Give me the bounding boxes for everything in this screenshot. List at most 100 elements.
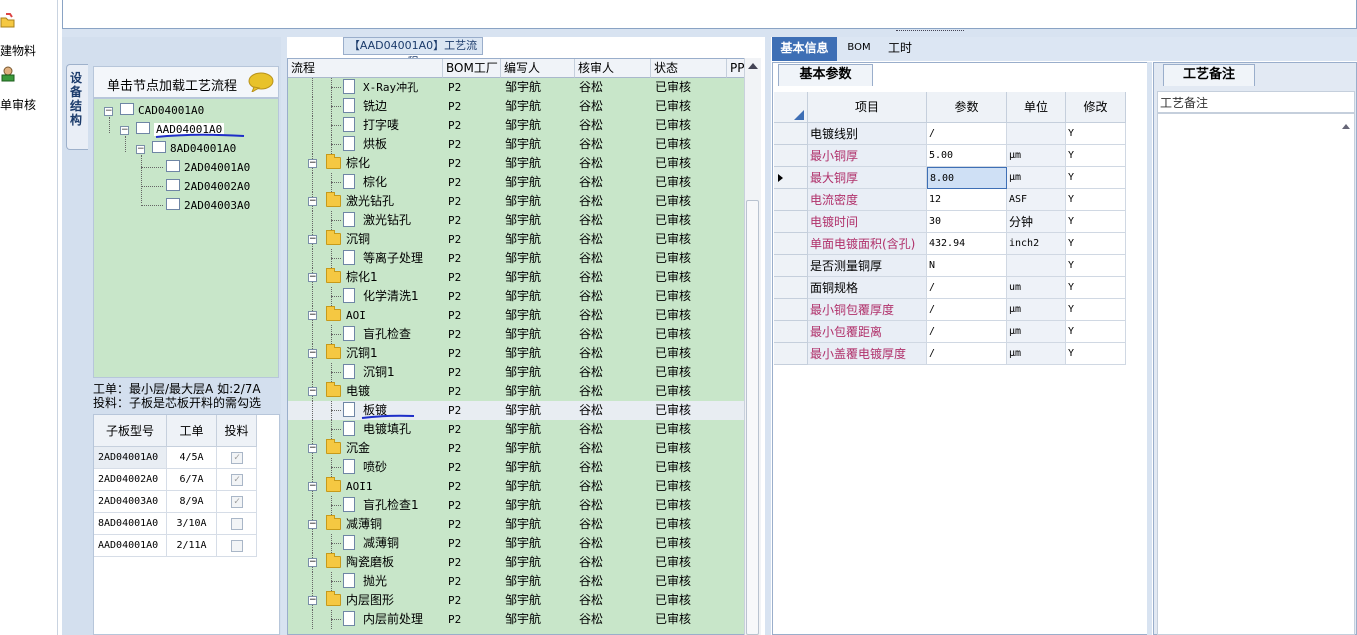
row-indicator[interactable] [774, 167, 808, 189]
table-row[interactable]: 喷砂 P2 邹宇航 谷松 已审核 [288, 458, 745, 477]
collapse-toggle-icon[interactable]: − [308, 444, 317, 453]
column-header-order[interactable]: 工单 [167, 415, 217, 447]
table-row[interactable]: − 减薄铜 P2 邹宇航 谷松 已审核 [288, 515, 745, 534]
param-modify-cell[interactable]: Y [1066, 211, 1126, 233]
table-row[interactable]: − 沉铜1 P2 邹宇航 谷松 已审核 [288, 344, 745, 363]
tree-node[interactable]: 2AD04003A0 [166, 198, 276, 214]
table-row[interactable]: 沉铜1 P2 邹宇航 谷松 已审核 [288, 363, 745, 382]
build-material-label[interactable]: 建物料 [0, 42, 36, 59]
table-cell-order[interactable]: 6/7A [167, 469, 217, 491]
flow-scroll-thumb[interactable] [746, 200, 759, 635]
row-indicator[interactable] [774, 255, 808, 277]
tree-node[interactable]: CAD04001A0 [120, 103, 240, 119]
table-cell-model[interactable]: AAD04001A0 [94, 535, 167, 557]
tree-node[interactable]: 2AD04001A0 [166, 160, 276, 176]
table-row[interactable]: − 棕化 P2 邹宇航 谷松 已审核 [288, 154, 745, 173]
column-header-item[interactable]: 项目 [808, 92, 927, 123]
param-unit-cell[interactable]: inch2 [1007, 233, 1066, 255]
table-row[interactable]: − 激光钻孔 P2 邹宇航 谷松 已审核 [288, 192, 745, 211]
param-unit-cell[interactable]: 分钟 [1007, 211, 1066, 233]
row-indicator[interactable] [774, 277, 808, 299]
param-value-cell[interactable]: / [927, 277, 1007, 299]
collapse-toggle-icon[interactable]: − [308, 558, 317, 567]
table-cell-model[interactable]: 2AD04002A0 [94, 469, 167, 491]
collapse-toggle-icon[interactable]: − [308, 482, 317, 491]
column-header-model[interactable]: 子板型号 [94, 415, 167, 447]
table-row[interactable]: − 电镀 P2 邹宇航 谷松 已审核 [288, 382, 745, 401]
row-indicator[interactable] [774, 233, 808, 255]
collapse-toggle-icon[interactable]: − [308, 235, 317, 244]
column-header-value[interactable]: 参数 [927, 92, 1007, 123]
feed-checkbox[interactable] [231, 518, 243, 530]
column-header-modify[interactable]: 修改 [1066, 92, 1126, 123]
column-header-pp[interactable]: PP( [727, 59, 745, 78]
param-value-cell[interactable]: 5.00 [927, 145, 1007, 167]
row-indicator[interactable] [774, 145, 808, 167]
feed-checkbox[interactable]: ✓ [231, 474, 243, 486]
param-modify-cell[interactable]: Y [1066, 189, 1126, 211]
feed-checkbox[interactable]: ✓ [231, 452, 243, 464]
top-input-area[interactable] [62, 0, 1357, 29]
param-modify-cell[interactable]: Y [1066, 299, 1126, 321]
param-value-cell[interactable]: / [927, 343, 1007, 365]
tab-basic-params[interactable]: 基本参数 [778, 64, 873, 86]
table-row[interactable]: 减薄铜 P2 邹宇航 谷松 已审核 [288, 534, 745, 553]
collapse-toggle-icon[interactable]: − [308, 349, 317, 358]
collapse-toggle-icon[interactable]: − [308, 197, 317, 206]
collapse-toggle-icon[interactable]: − [120, 126, 129, 135]
row-indicator[interactable] [774, 343, 808, 365]
column-header-writer[interactable]: 编写人 [501, 59, 575, 78]
row-indicator[interactable] [774, 123, 808, 145]
feed-checkbox[interactable]: ✓ [231, 496, 243, 508]
column-header-reviewer[interactable]: 核审人 [575, 59, 651, 78]
table-row[interactable]: 盲孔检查1 P2 邹宇航 谷松 已审核 [288, 496, 745, 515]
column-header-status[interactable]: 状态 [651, 59, 727, 78]
param-value-cell[interactable]: N [927, 255, 1007, 277]
table-row[interactable]: 电镀填孔 P2 邹宇航 谷松 已审核 [288, 420, 745, 439]
column-header-bom[interactable]: BOM工厂 [443, 59, 501, 78]
table-row[interactable]: − 内层图形 P2 邹宇航 谷松 已审核 [288, 591, 745, 610]
table-row[interactable]: − AOI1 P2 邹宇航 谷松 已审核 [288, 477, 745, 496]
tab-bom[interactable]: BOM [842, 37, 876, 61]
param-modify-cell[interactable]: Y [1066, 255, 1126, 277]
collapse-toggle-icon[interactable]: − [308, 596, 317, 605]
table-row[interactable]: 激光钻孔 P2 邹宇航 谷松 已审核 [288, 211, 745, 230]
table-row[interactable]: 棕化 P2 邹宇航 谷松 已审核 [288, 173, 745, 192]
param-modify-cell[interactable]: Y [1066, 321, 1126, 343]
tab-device-structure[interactable]: 设备结构 [66, 64, 88, 150]
param-unit-cell[interactable]: um [1007, 277, 1066, 299]
collapse-toggle-icon[interactable]: − [308, 520, 317, 529]
row-indicator[interactable] [774, 189, 808, 211]
table-cell-model[interactable]: 2AD04001A0 [94, 447, 167, 469]
table-row[interactable]: 化学清洗1 P2 邹宇航 谷松 已审核 [288, 287, 745, 306]
param-value-cell[interactable]: / [927, 123, 1007, 145]
table-cell-model[interactable]: 8AD04001A0 [94, 513, 167, 535]
remarks-textarea[interactable] [1157, 113, 1355, 635]
param-modify-cell[interactable]: Y [1066, 167, 1126, 189]
param-value-cell[interactable]: / [927, 321, 1007, 343]
param-unit-cell[interactable]: ASF [1007, 189, 1066, 211]
collapse-toggle-icon[interactable]: − [308, 311, 317, 320]
tab-process-remarks[interactable]: 工艺备注 [1163, 64, 1255, 86]
table-cell-order[interactable]: 8/9A [167, 491, 217, 513]
table-row[interactable]: X-Ray冲孔 P2 邹宇航 谷松 已审核 [288, 78, 745, 97]
folder-hand-icon[interactable] [0, 12, 16, 28]
param-modify-cell[interactable]: Y [1066, 145, 1126, 167]
table-row[interactable]: 盲孔检查 P2 邹宇航 谷松 已审核 [288, 325, 745, 344]
feed-checkbox[interactable] [231, 540, 243, 552]
column-header-flow[interactable]: 流程 [288, 59, 443, 78]
param-value-cell[interactable]: 8.00 [927, 167, 1007, 189]
collapse-toggle-icon[interactable]: − [104, 107, 113, 116]
param-value-cell[interactable]: 432.94 [927, 233, 1007, 255]
row-indicator[interactable] [774, 299, 808, 321]
collapse-toggle-icon[interactable]: − [136, 145, 145, 154]
table-row[interactable]: − 沉铜 P2 邹宇航 谷松 已审核 [288, 230, 745, 249]
collapse-toggle-icon[interactable]: − [308, 273, 317, 282]
param-unit-cell[interactable]: μm [1007, 145, 1066, 167]
column-header-unit[interactable]: 单位 [1007, 92, 1066, 123]
param-modify-cell[interactable]: Y [1066, 343, 1126, 365]
tab-basic-info[interactable]: 基本信息 [772, 37, 837, 61]
scroll-up-icon[interactable] [748, 63, 758, 69]
table-cell-order[interactable]: 2/11A [167, 535, 217, 557]
param-value-cell[interactable]: 30 [927, 211, 1007, 233]
